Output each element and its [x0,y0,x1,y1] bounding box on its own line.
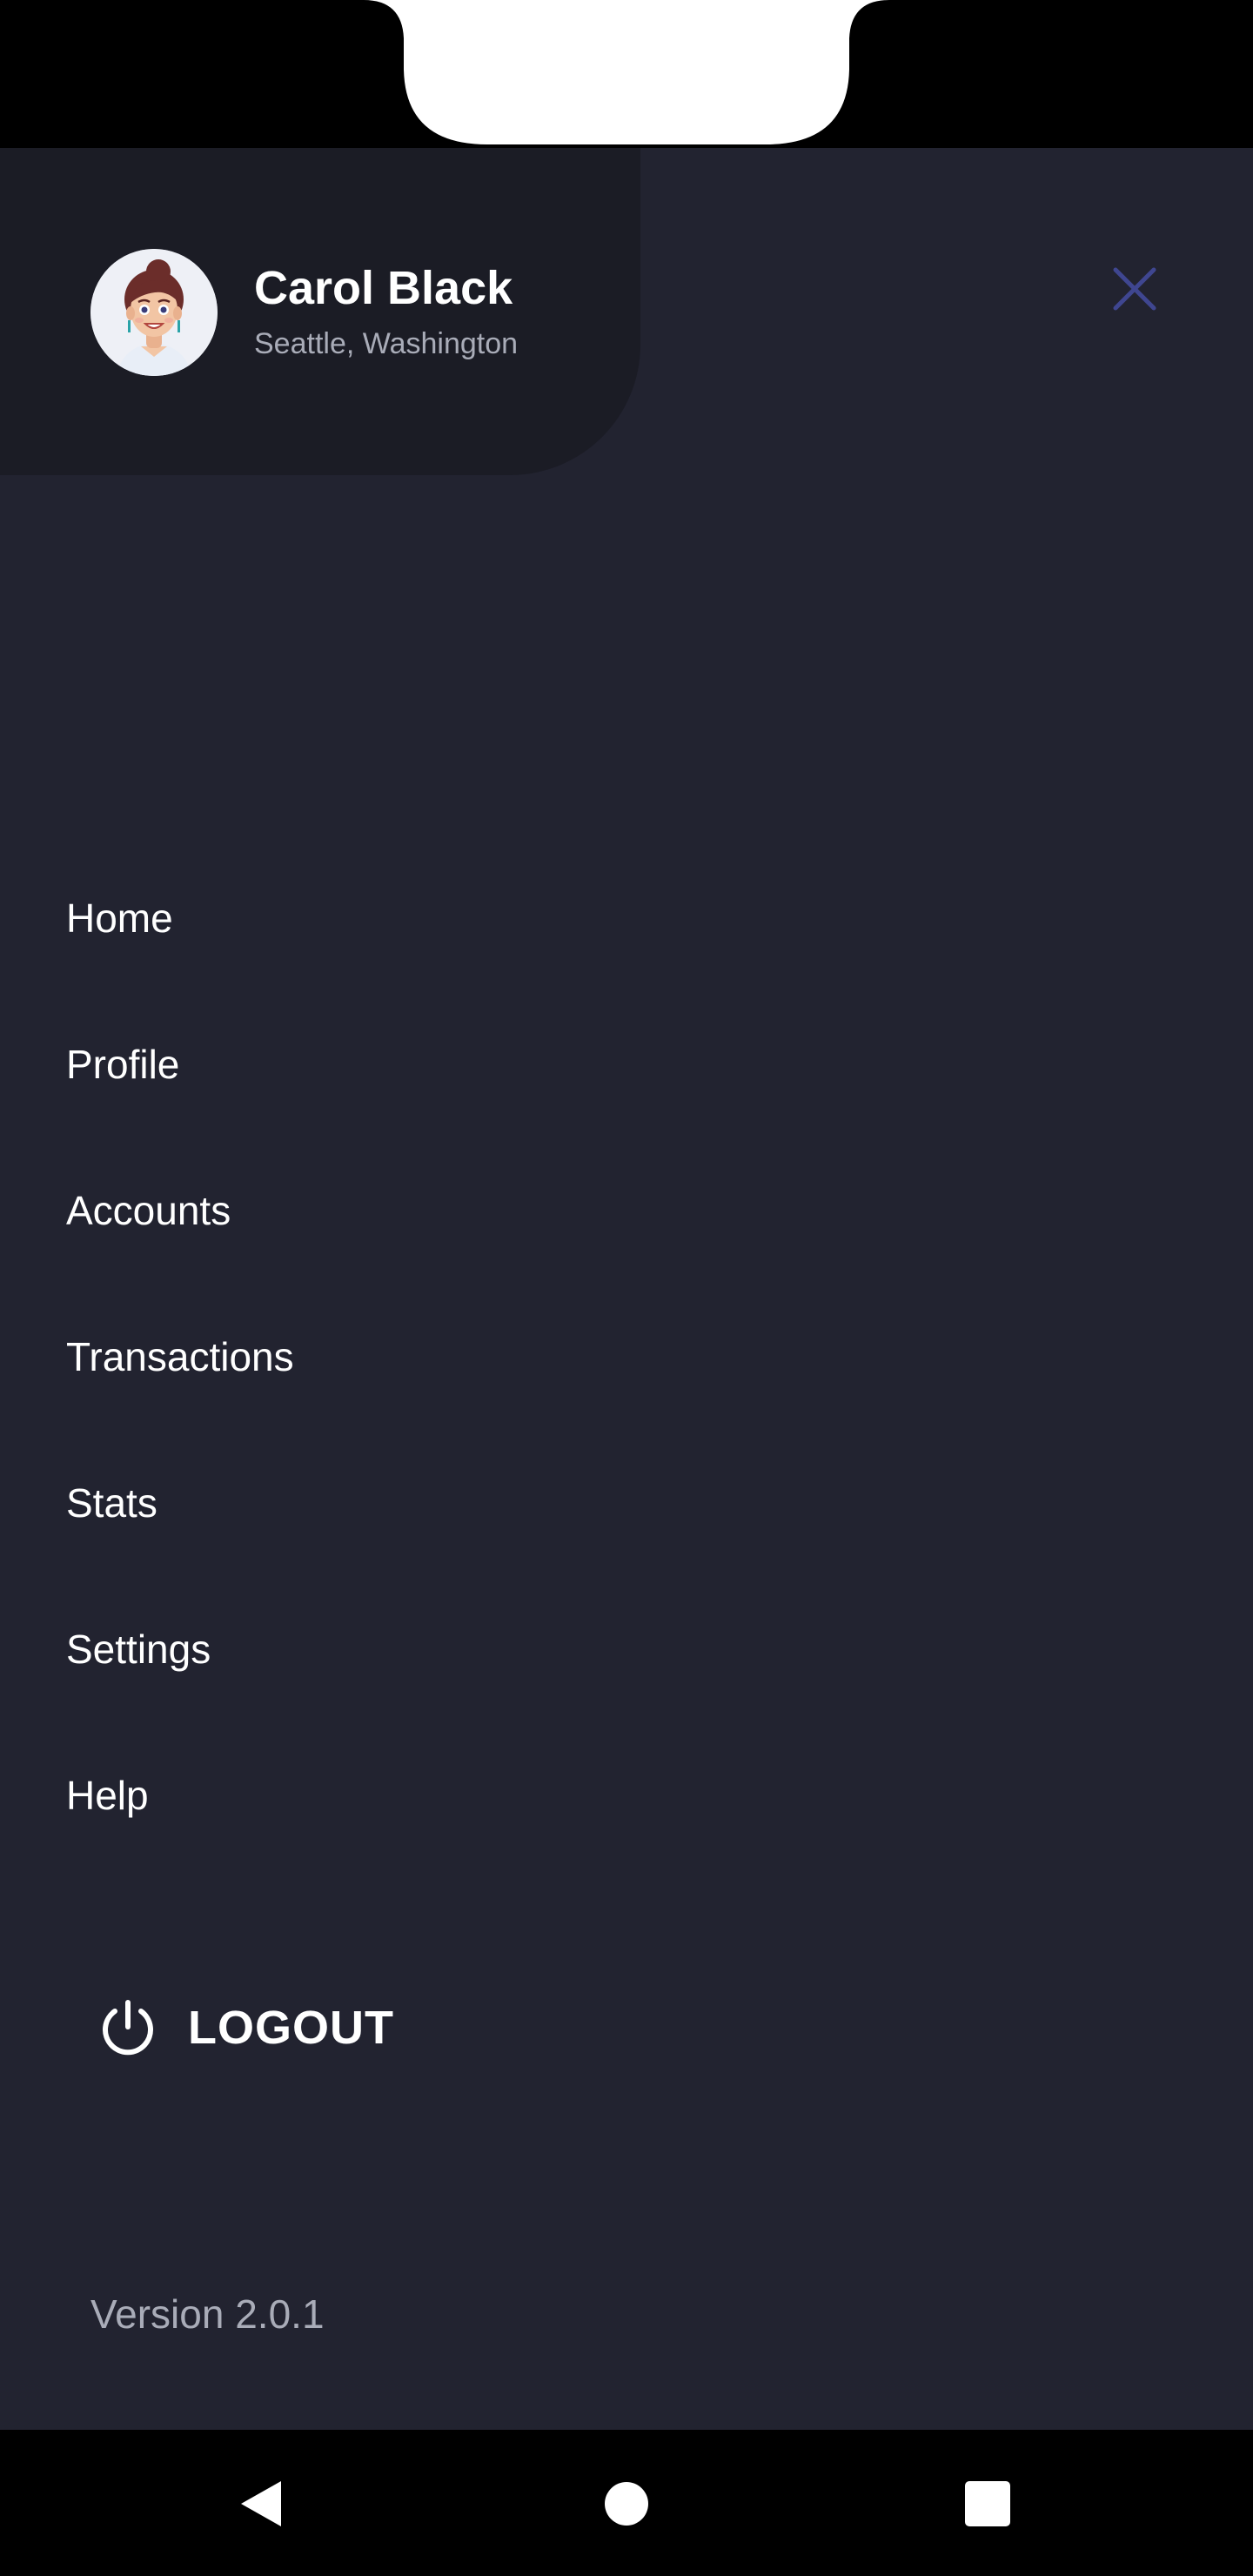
version-text: Version 2.0.1 [90,2291,325,2337]
avatar[interactable] [90,249,218,376]
back-button[interactable] [223,2465,301,2543]
notch-shape [0,0,1253,150]
phone-screen: Carol Black Seattle, Washington Home Pro… [0,0,1253,2576]
menu-item-stats[interactable]: Stats [66,1455,157,1551]
navigation-drawer: Carol Black Seattle, Washington Home Pro… [0,148,1253,2430]
back-triangle-icon [241,2481,281,2526]
power-icon [103,2000,153,2056]
menu-item-profile[interactable]: Profile [66,1016,179,1112]
status-bar [0,0,1253,150]
logout-label: LOGOUT [188,2002,394,2054]
logout-button[interactable]: LOGOUT [97,1976,394,2080]
menu-item-transactions[interactable]: Transactions [66,1309,294,1405]
user-location: Seattle, Washington [254,327,519,360]
recents-button[interactable] [948,2465,1027,2543]
system-nav-bar [0,2430,1253,2576]
home-button[interactable] [587,2465,666,2543]
home-circle-icon [605,2482,648,2526]
menu-item-help[interactable]: Help [66,1748,149,1843]
menu-item-home[interactable]: Home [66,870,173,966]
menu-item-settings[interactable]: Settings [66,1601,211,1697]
menu-item-accounts[interactable]: Accounts [66,1163,231,1258]
close-button[interactable] [1107,261,1163,317]
user-name: Carol Black [254,262,513,314]
close-icon [1113,267,1156,311]
recents-square-icon [965,2481,1010,2526]
avatar-illustration [90,249,218,376]
profile-card: Carol Black Seattle, Washington [0,148,640,475]
